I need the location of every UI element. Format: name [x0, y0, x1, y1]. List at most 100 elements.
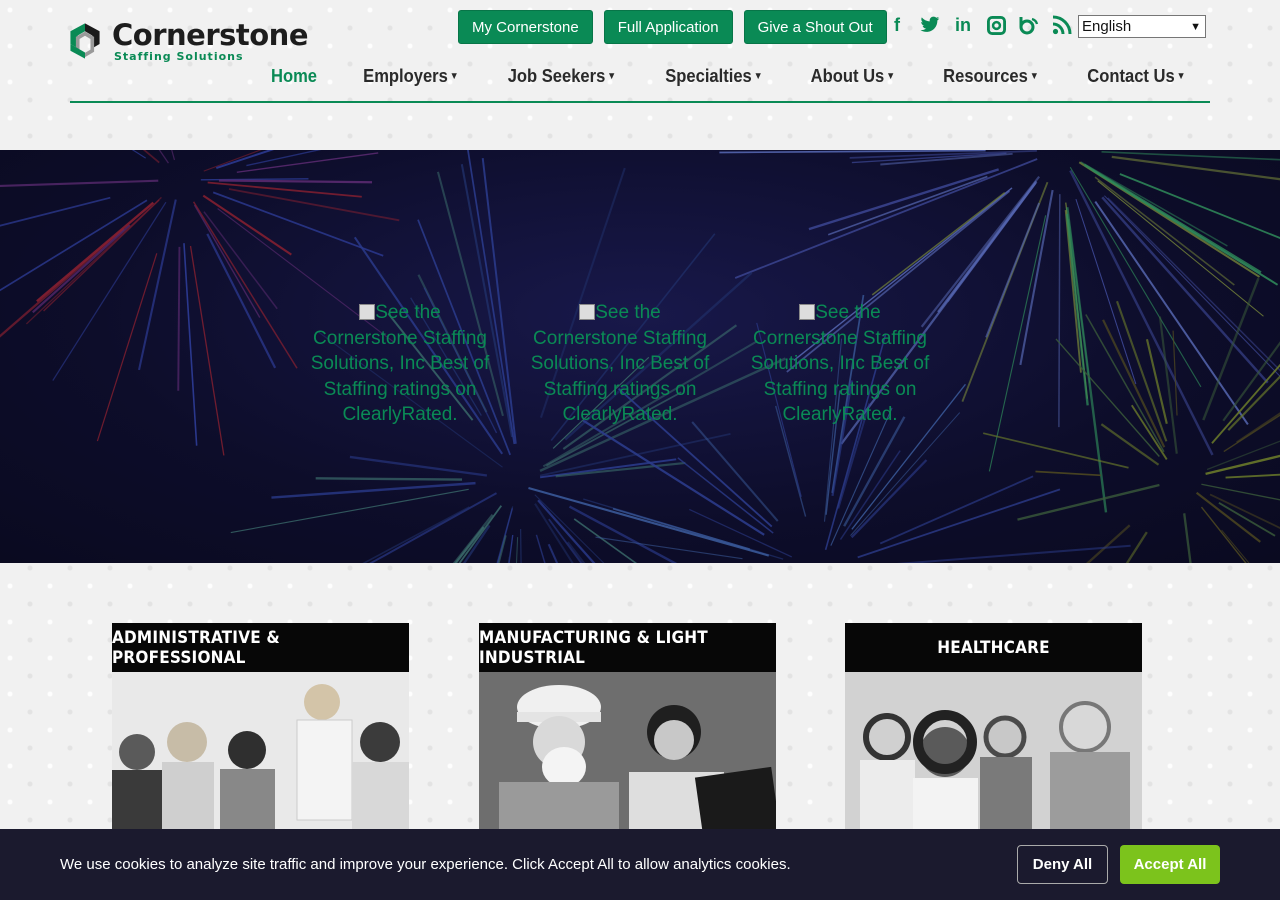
- firework-streak: [555, 461, 686, 478]
- nav-job-seekers[interactable]: Job Seekers ▼: [490, 62, 635, 91]
- firework-streak: [689, 508, 793, 558]
- firework-streak: [566, 541, 586, 563]
- caret-down-icon: ▼: [449, 71, 460, 82]
- firework-streak: [1101, 150, 1280, 161]
- social-links: f in: [886, 14, 1073, 36]
- facebook-icon[interactable]: f: [886, 14, 908, 36]
- nav-divider: [70, 101, 1210, 103]
- cookie-banner: We use cookies to analyze site traffic a…: [0, 829, 1280, 900]
- firework-streak: [192, 201, 298, 369]
- deny-all-button[interactable]: Deny All: [1017, 845, 1108, 884]
- firework-streak: [0, 179, 159, 187]
- firework-streak: [218, 179, 373, 184]
- cornerstone-logo-icon: [70, 23, 100, 59]
- firework-streak: [52, 201, 167, 381]
- card-title: ADMINISTRATIVE & PROFESSIONAL: [112, 623, 409, 672]
- caret-down-icon: ▼: [753, 71, 763, 82]
- specialty-cards: ADMINISTRATIVE & PROFESSIONAL MANUFACTUR…: [112, 623, 1142, 833]
- firework-streak: [691, 421, 779, 522]
- firework-streak: [228, 188, 400, 222]
- caret-down-icon: ▼: [1029, 71, 1039, 82]
- full-application-button[interactable]: Full Application: [603, 10, 733, 44]
- nav-home[interactable]: Home: [253, 62, 336, 91]
- nav-contact-us[interactable]: Contact Us ▼: [1069, 62, 1204, 91]
- accept-all-button[interactable]: Accept All: [1120, 845, 1220, 884]
- healthcare-staff-photo: [845, 672, 1142, 833]
- site-header: Cornerstone Staffing Solutions My Corner…: [0, 0, 1280, 150]
- firework-streak: [1097, 180, 1264, 317]
- firework-streak: [1094, 200, 1249, 425]
- firework-streak: [203, 150, 262, 172]
- give-shout-out-button[interactable]: Give a Shout Out: [743, 10, 887, 44]
- firework-streak: [362, 506, 470, 563]
- firework-streak: [719, 150, 986, 154]
- caret-down-icon: ▼: [886, 71, 896, 82]
- card-title: MANUFACTURING & LIGHT INDUSTRIAL: [479, 623, 776, 672]
- firework-streak: [1058, 194, 1061, 428]
- firework-streak: [158, 150, 169, 164]
- nav-resources[interactable]: Resources ▼: [925, 62, 1057, 91]
- hero-banner: See the Cornerstone Staffing Solutions, …: [0, 150, 1280, 563]
- language-select[interactable]: English ▼: [1078, 15, 1206, 38]
- firework-streak: [1200, 506, 1247, 563]
- firework-streak: [271, 481, 476, 499]
- firework-streak: [985, 202, 1041, 338]
- firework-streak: [1100, 423, 1160, 466]
- firework-streak: [1065, 213, 1089, 406]
- firework-streak: [1035, 470, 1101, 477]
- firework-streak: [32, 224, 131, 314]
- cookie-message: We use cookies to analyze site traffic a…: [60, 856, 791, 873]
- card-manufacturing[interactable]: MANUFACTURING & LIGHT INDUSTRIAL: [479, 623, 776, 833]
- firework-streak: [131, 150, 146, 159]
- broken-image-icon: [359, 304, 376, 320]
- firework-streak: [206, 233, 277, 369]
- card-administrative[interactable]: ADMINISTRATIVE & PROFESSIONAL: [112, 623, 409, 833]
- clearlyrated-badge[interactable]: See the Cornerstone Staffing Solutions, …: [305, 300, 495, 428]
- firework-streak: [349, 455, 488, 477]
- linkedin-icon[interactable]: in: [952, 14, 974, 36]
- chevron-down-icon: ▼: [1190, 20, 1201, 33]
- blog-icon[interactable]: [1018, 14, 1040, 36]
- firework-streak: [1225, 473, 1280, 479]
- firework-streak: [200, 178, 309, 181]
- clearlyrated-badge[interactable]: See the Cornerstone Staffing Solutions, …: [745, 300, 935, 428]
- instagram-icon[interactable]: [985, 14, 1007, 36]
- industrial-workers-photo: [479, 672, 776, 833]
- twitter-icon[interactable]: [919, 14, 941, 36]
- firework-streak: [850, 412, 961, 536]
- firework-streak: [1092, 169, 1279, 286]
- clearlyrated-badge[interactable]: See the Cornerstone Staffing Solutions, …: [525, 300, 715, 428]
- firework-streak: [982, 432, 1129, 469]
- broken-image-icon: [799, 304, 816, 320]
- firework-streak: [988, 215, 1047, 472]
- firework-streak: [246, 150, 322, 167]
- office-team-photo: [112, 672, 409, 833]
- firework-streak: [1017, 483, 1160, 521]
- main-nav: Home Employers ▼ Job Seekers ▼ Specialties…: [249, 62, 1210, 91]
- firework-streak: [1019, 189, 1054, 366]
- firework-streak: [0, 199, 148, 292]
- caret-down-icon: ▼: [1176, 71, 1186, 82]
- nav-employers[interactable]: Employers ▼: [345, 62, 477, 91]
- firework-streak: [843, 416, 906, 527]
- firework-streak: [1131, 404, 1168, 460]
- card-healthcare[interactable]: HEALTHCARE: [845, 623, 1142, 833]
- nav-specialties[interactable]: Specialties ▼: [647, 62, 781, 91]
- firework-streak: [0, 196, 111, 227]
- firework-streak: [315, 477, 463, 481]
- firework-streak: [138, 199, 177, 371]
- firework-streak: [1066, 207, 1108, 513]
- rss-icon[interactable]: [1051, 14, 1073, 36]
- caret-down-icon: ▼: [607, 71, 617, 82]
- nav-about-us[interactable]: About Us ▼: [792, 62, 913, 91]
- clearlyrated-badges: See the Cornerstone Staffing Solutions, …: [305, 300, 935, 428]
- firework-streak: [520, 528, 522, 563]
- broken-image-icon: [579, 304, 596, 320]
- firework-streak: [1055, 338, 1160, 457]
- firework-streak: [547, 543, 559, 563]
- firework-streak: [1111, 155, 1280, 181]
- my-cornerstone-button[interactable]: My Cornerstone: [458, 10, 593, 44]
- firework-streak: [458, 505, 503, 563]
- firework-streak: [871, 192, 1006, 296]
- firework-streak: [1183, 513, 1192, 563]
